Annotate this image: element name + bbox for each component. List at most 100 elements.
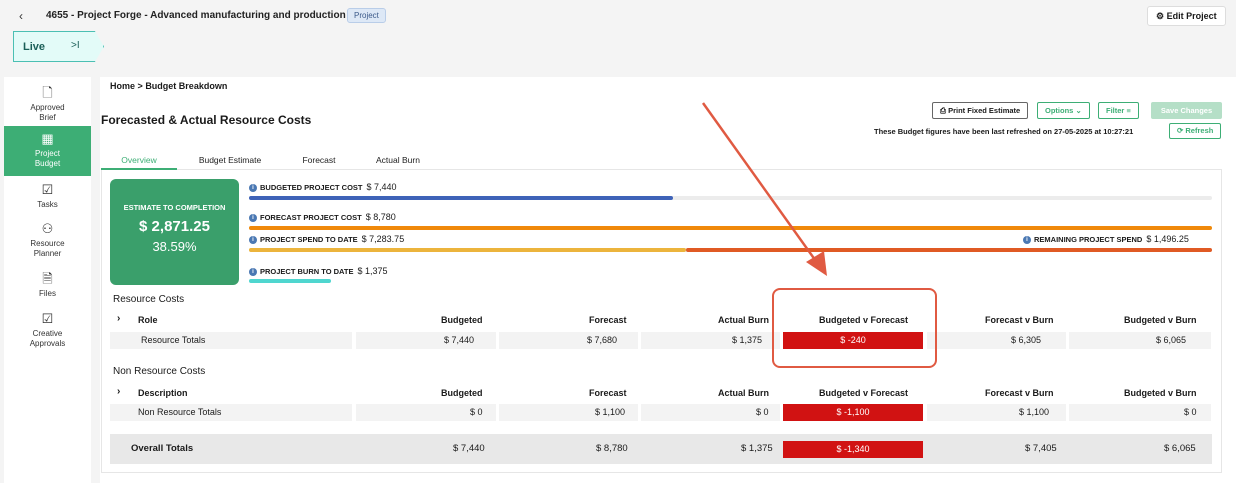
tab-actual-burn[interactable]: Actual Burn xyxy=(366,150,430,170)
budgeted-bar-track xyxy=(249,196,1212,200)
col-budgeted-v-burn: Budgeted v Burn xyxy=(1124,315,1197,325)
col-budgeted: Budgeted xyxy=(441,388,483,398)
non-resource-budgeted-v-forecast: $ -1,100 xyxy=(783,404,923,421)
forecast-bar-track xyxy=(249,226,1212,230)
tab-overview[interactable]: Overview xyxy=(101,150,177,170)
col-forecast-v-burn: Forecast v Burn xyxy=(985,315,1054,325)
sidebar-item-project-budget[interactable]: ▦ Project Budget xyxy=(4,126,91,176)
back-button[interactable]: ‹ xyxy=(12,7,30,25)
collapse-icon[interactable]: >I xyxy=(71,40,80,51)
calculator-icon: ▦ xyxy=(41,131,54,146)
expand-chevron-icon[interactable]: › xyxy=(117,313,120,324)
burn-bar-track xyxy=(249,279,1212,283)
budgeted-project-cost: i BUDGETED PROJECT COST $ 7,440 xyxy=(249,182,397,192)
resource-budgeted: $ 7,440 xyxy=(356,332,496,349)
non-resource-forecast: $ 1,100 xyxy=(499,404,638,421)
overall-budgeted: $ 7,440 xyxy=(453,443,485,454)
refresh-timestamp: These Budget figures have been last refr… xyxy=(874,127,1134,136)
col-description: Description xyxy=(138,388,188,398)
resource-costs-title: Resource Costs xyxy=(113,294,185,305)
info-icon[interactable]: i xyxy=(249,214,257,222)
info-icon[interactable]: i xyxy=(249,236,257,244)
print-fixed-estimate-button[interactable]: ⎙ Print Fixed Estimate xyxy=(932,102,1029,119)
sidebar-item-tasks[interactable]: ☑ Tasks xyxy=(4,181,91,215)
non-resource-budgeted: $ 0 xyxy=(356,404,496,421)
breadcrumb-home[interactable]: Home xyxy=(110,81,135,91)
overall-forecast: $ 8,780 xyxy=(596,443,628,454)
project-burn-to-date: i PROJECT BURN TO DATE $ 1,375 xyxy=(249,266,388,276)
spend-bar-track xyxy=(249,248,1212,252)
options-dropdown[interactable]: Options ⌄ xyxy=(1037,102,1090,119)
overall-totals-label: Overall Totals xyxy=(131,443,194,454)
resource-budgeted-v-burn: $ 6,065 xyxy=(1069,332,1211,349)
tab-budget-estimate[interactable]: Budget Estimate xyxy=(189,150,271,170)
non-resource-totals-label: Non Resource Totals xyxy=(110,404,352,421)
chevron-left-icon: ‹ xyxy=(19,9,23,23)
remaining-project-spend: i REMAINING PROJECT SPEND $ 1,496.25 xyxy=(1023,234,1189,244)
col-actual-burn: Actual Burn xyxy=(718,315,770,325)
filter-button[interactable]: Filter ≡ xyxy=(1098,102,1139,119)
col-forecast-v-burn: Forecast v Burn xyxy=(985,388,1054,398)
resource-planner-icon: ⚇ xyxy=(41,221,54,236)
live-status-label: Live xyxy=(23,41,46,53)
forecast-project-cost: i FORECAST PROJECT COST $ 8,780 xyxy=(249,212,396,222)
non-resource-costs-title: Non Resource Costs xyxy=(113,366,206,377)
project-spend-to-date: i PROJECT SPEND TO DATE $ 7,283.75 xyxy=(249,234,404,244)
file-icon: 🗎 xyxy=(42,271,53,286)
etc-percent: 38.59% xyxy=(152,239,197,254)
non-resource-actual-burn: $ 0 xyxy=(641,404,780,421)
approvals-icon: ☑ xyxy=(41,311,54,326)
col-budgeted: Budgeted xyxy=(441,315,483,325)
sidebar-item-files[interactable]: 🗎 Files xyxy=(4,270,91,304)
info-icon[interactable]: i xyxy=(249,184,257,192)
burn-bar-fill xyxy=(249,279,331,283)
col-budgeted-v-burn: Budgeted v Burn xyxy=(1124,388,1197,398)
highlight-box xyxy=(772,288,937,368)
refresh-button[interactable]: ⟳ Refresh xyxy=(1169,123,1222,139)
expand-chevron-icon[interactable]: › xyxy=(117,386,120,397)
resource-totals-label: Resource Totals xyxy=(110,332,352,349)
col-role: Role xyxy=(138,315,158,325)
col-forecast: Forecast xyxy=(589,315,627,325)
refresh-icon: ⟳ xyxy=(1177,126,1184,135)
project-type-badge: Project xyxy=(347,8,386,23)
project-title: 4655 - Project Forge - Advanced manufact… xyxy=(46,10,346,21)
page-title: Forecasted & Actual Resource Costs xyxy=(101,113,312,127)
col-actual-burn: Actual Burn xyxy=(718,388,770,398)
breadcrumb-current: Budget Breakdown xyxy=(145,81,228,91)
sidebar-item-resource-planner[interactable]: ⚇ Resource Planner xyxy=(4,220,91,264)
edit-project-button[interactable]: ⚙ Edit Project xyxy=(1147,6,1226,26)
breadcrumb-separator: > xyxy=(137,81,143,91)
overall-budgeted-v-burn: $ 6,065 xyxy=(1164,443,1196,454)
col-forecast: Forecast xyxy=(589,388,627,398)
tab-forecast[interactable]: Forecast xyxy=(289,150,349,170)
overall-forecast-v-burn: $ 7,405 xyxy=(1025,443,1057,454)
non-resource-forecast-v-burn: $ 1,100 xyxy=(927,404,1066,421)
sidebar-item-creative-approvals[interactable]: ☑ Creative Approvals xyxy=(4,310,91,354)
tab-bar: Overview Budget Estimate Forecast Actual… xyxy=(101,150,1222,170)
filter-icon: ≡ xyxy=(1126,106,1131,115)
overall-actual-burn: $ 1,375 xyxy=(741,443,773,454)
info-icon[interactable]: i xyxy=(249,268,257,276)
sidebar: 🗋 Approved Brief ▦ Project Budget ☑ Tasks … xyxy=(4,77,91,483)
etc-amount: $ 2,871.25 xyxy=(139,218,210,235)
document-icon: 🗋 xyxy=(42,85,53,100)
resource-forecast: $ 7,680 xyxy=(499,332,638,349)
non-resource-budgeted-v-burn: $ 0 xyxy=(1069,404,1211,421)
sidebar-item-approved-brief[interactable]: 🗋 Approved Brief xyxy=(4,82,91,127)
budgeted-bar-fill xyxy=(249,196,674,200)
forecast-bar-fill xyxy=(249,226,1212,230)
overall-totals-row: Overall Totals $ 7,440 $ 8,780 $ 1,375 $… xyxy=(110,434,1212,464)
overall-budgeted-v-forecast: $ -1,340 xyxy=(783,441,923,458)
gear-icon: ⚙ xyxy=(1156,11,1165,21)
resource-forecast-v-burn: $ 6,305 xyxy=(927,332,1066,349)
col-budgeted-v-forecast: Budgeted v Forecast xyxy=(819,388,909,398)
save-changes-button[interactable]: Save Changes xyxy=(1151,102,1222,119)
etc-label: ESTIMATE TO COMPLETION xyxy=(123,203,226,212)
resource-actual-burn: $ 1,375 xyxy=(641,332,780,349)
remaining-bar-fill xyxy=(686,248,1212,252)
info-icon[interactable]: i xyxy=(1023,236,1031,244)
chevron-down-icon: ⌄ xyxy=(1075,106,1082,115)
estimate-to-completion-card: ESTIMATE TO COMPLETION $ 2,871.25 38.59% xyxy=(110,179,239,285)
printer-icon: ⎙ xyxy=(940,106,946,115)
